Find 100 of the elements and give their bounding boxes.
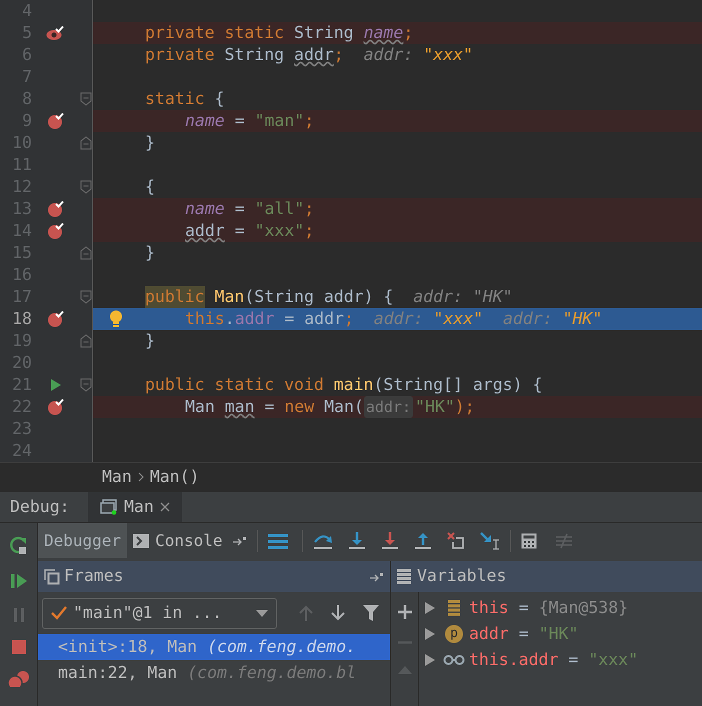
variable-name: addr	[469, 622, 509, 645]
code-text: }	[145, 330, 155, 352]
check-icon	[51, 606, 67, 620]
step-out-icon[interactable]	[414, 532, 432, 550]
code-text: .	[224, 308, 235, 330]
code-text: =	[234, 198, 245, 220]
step-into-icon[interactable]	[348, 532, 366, 550]
breakpoint-icon[interactable]	[47, 112, 65, 130]
expand-triangle-icon[interactable]	[425, 628, 435, 640]
fold-marker-icon[interactable]	[80, 378, 92, 392]
object-icon	[448, 600, 460, 616]
session-tab[interactable]: Man	[88, 492, 182, 522]
panel-tab[interactable]: Console	[127, 523, 228, 558]
close-icon[interactable]	[160, 502, 170, 512]
keyword-text: public static void	[145, 374, 324, 396]
filter-icon[interactable]	[363, 605, 379, 621]
inline-value: "HK"	[562, 308, 602, 330]
run-to-cursor-icon[interactable]	[480, 532, 500, 550]
drop-frame-icon[interactable]	[446, 532, 464, 550]
frame-package: (com.feng.demo.	[207, 636, 356, 658]
fold-marker-icon[interactable]	[80, 92, 92, 106]
breakpoint-icon[interactable]	[47, 222, 65, 240]
calculator-icon[interactable]	[520, 532, 536, 548]
punctuation: ;	[334, 44, 344, 66]
keyword-text: private	[145, 44, 215, 66]
code-text: =	[234, 220, 245, 242]
field-watchpoint-icon[interactable]	[46, 25, 66, 41]
code-text: }	[145, 132, 155, 154]
frames-icon	[44, 568, 60, 584]
breakpoint-icon[interactable]	[47, 398, 65, 416]
breakpoint-icon[interactable]	[47, 200, 65, 218]
list-icon	[397, 569, 411, 584]
code-text: String	[224, 44, 284, 66]
plus-icon[interactable]	[398, 605, 412, 619]
variable-value: {Man@538}	[538, 596, 628, 619]
inline-value: "xxx"	[423, 44, 473, 66]
parameter-hint: addr:	[364, 396, 414, 418]
equals-sign: =	[518, 622, 529, 645]
variable-name: this.addr	[469, 648, 558, 671]
keyword-text: static	[145, 88, 205, 110]
code-text: = addr	[284, 308, 344, 330]
frame-row[interactable]: main:22, Man (com.feng.demo.bl	[38, 660, 390, 686]
code-text: String	[294, 22, 354, 44]
breadcrumb-item[interactable]: Man	[102, 464, 132, 490]
string-literal: "xxx"	[254, 220, 304, 242]
code-text: {	[214, 88, 224, 110]
menu-icon[interactable]	[268, 532, 288, 548]
fold-marker-icon[interactable]	[80, 246, 92, 260]
fold-marker-icon[interactable]	[80, 180, 92, 194]
string-literal: "man"	[254, 110, 304, 132]
line-number: 18	[11, 308, 32, 330]
panel-title: Variables	[417, 565, 506, 588]
field-name: name	[364, 22, 404, 44]
panel-title: Frames	[64, 565, 125, 588]
frame-package: (com.feng.demo.bl	[187, 662, 356, 684]
inline-hint: addr:	[374, 308, 424, 330]
code-text: }	[145, 242, 155, 264]
rerun-icon[interactable]	[8, 535, 28, 555]
resume-icon[interactable]	[10, 572, 28, 590]
down-arrow-icon[interactable]	[331, 605, 345, 621]
breakpoint-icon[interactable]	[47, 310, 65, 328]
pin-icon[interactable]	[232, 536, 246, 546]
frame-row[interactable]: <init>:18, Man (com.feng.demo.	[38, 634, 390, 660]
thread-dropdown[interactable]: "main"@1 in ...	[42, 598, 277, 628]
keyword-text: this	[185, 308, 225, 330]
stop-icon[interactable]	[12, 640, 26, 654]
code-text: Man	[185, 396, 215, 418]
inline-value: "HK"	[472, 286, 513, 308]
fold-marker-icon[interactable]	[80, 334, 92, 348]
frame-location: <init>:18, Man	[58, 636, 198, 658]
field-name: name	[185, 110, 225, 132]
force-step-into-icon[interactable]	[380, 532, 398, 550]
keyword-text: new	[284, 396, 314, 418]
keyword-text: private static	[145, 22, 284, 44]
expand-triangle-icon[interactable]	[425, 602, 435, 614]
glasses-icon	[443, 655, 465, 665]
variable-name: addr	[294, 44, 334, 66]
equals-sign: =	[518, 596, 529, 619]
run-icon[interactable]	[50, 378, 62, 392]
breakpoints-icon[interactable]	[8, 671, 30, 687]
panel-tab[interactable]: Debugger	[38, 523, 128, 558]
field-name: addr	[234, 308, 274, 330]
string-literal: "all"	[254, 198, 304, 220]
punctuation: );	[454, 396, 475, 418]
caret-icon	[256, 610, 268, 616]
string-literal: "HK"	[415, 396, 455, 418]
expand-triangle-icon[interactable]	[425, 654, 435, 666]
pin-icon[interactable]	[370, 572, 384, 582]
variable-value: "xxx"	[588, 648, 638, 671]
breadcrumb-item[interactable]: Man()	[150, 464, 200, 490]
fold-marker-icon[interactable]	[80, 290, 92, 304]
debug-label: Debug:	[9, 496, 71, 518]
chevron-icon	[138, 472, 144, 482]
code-text: =	[234, 110, 245, 132]
variable-name: this	[469, 596, 509, 619]
punctuation: ;	[304, 110, 314, 132]
fold-marker-icon[interactable]	[80, 136, 92, 150]
code-text: (String[] args) {	[374, 374, 542, 396]
lightbulb-icon[interactable]	[109, 310, 123, 328]
window-icon	[100, 499, 118, 515]
